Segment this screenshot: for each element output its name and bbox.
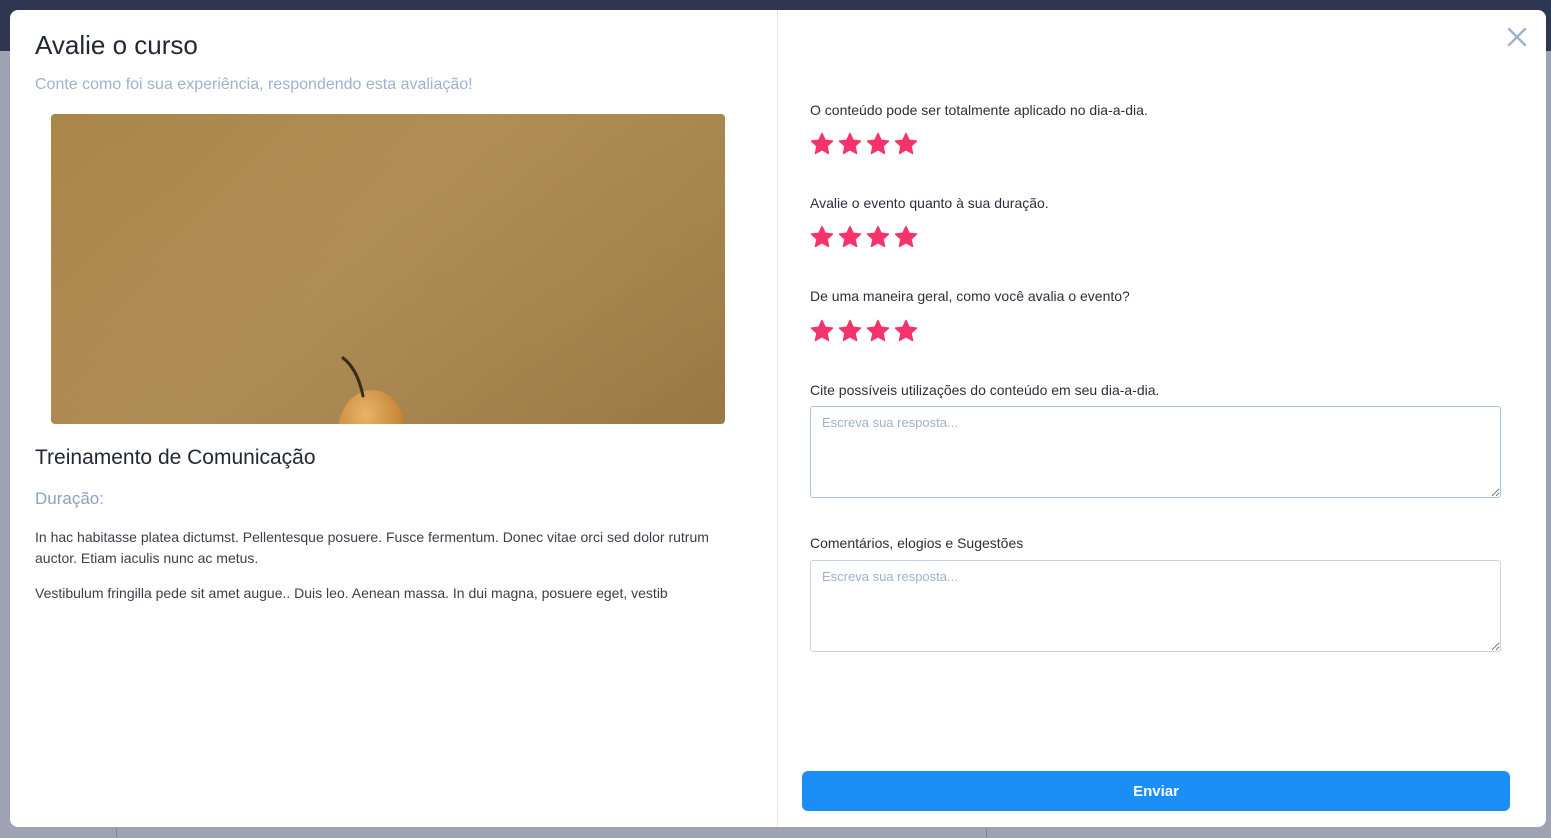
star-rating[interactable] — [810, 225, 918, 251]
star-icon[interactable] — [894, 319, 918, 343]
content-usage-answer-field[interactable] — [810, 406, 1501, 498]
star-icon[interactable] — [894, 225, 918, 249]
star-icon[interactable] — [838, 225, 862, 249]
star-rating[interactable] — [810, 319, 918, 345]
modal-title: Avalie o curso — [35, 30, 198, 60]
star-icon[interactable] — [810, 225, 834, 249]
course-description-paragraph: Vestibulum fringilla pede sit amet augue… — [35, 585, 668, 601]
star-rating[interactable] — [810, 132, 918, 158]
review-form-panel: O conteúdo pode ser totalmente aplicado … — [778, 10, 1546, 827]
star-icon[interactable] — [866, 319, 890, 343]
course-title: Treinamento de Comunicação — [35, 446, 316, 469]
comments-answer-field[interactable] — [810, 560, 1501, 652]
rating-question-label: Avalie o evento quanto à sua duração. — [810, 195, 1049, 211]
star-icon[interactable] — [866, 132, 890, 156]
star-icon[interactable] — [810, 132, 834, 156]
duration-label: Duração: — [35, 489, 104, 508]
background-card-edge — [116, 828, 987, 838]
course-info-panel: Avalie o curso Conte como foi sua experi… — [10, 10, 778, 827]
rating-question-label: O conteúdo pode ser totalmente aplicado … — [810, 102, 1148, 118]
star-icon[interactable] — [810, 319, 834, 343]
text-question-label: Cite possíveis utilizações do conteúdo e… — [810, 382, 1160, 398]
rating-question-label: De uma maneira geral, como você avalia o… — [810, 288, 1130, 304]
pear-photo-icon — [51, 114, 725, 424]
course-image — [51, 114, 725, 424]
close-button[interactable] — [1503, 23, 1531, 51]
modal-subtitle: Conte como foi sua experiência, responde… — [35, 76, 473, 93]
close-icon — [1507, 27, 1527, 47]
star-icon[interactable] — [894, 132, 918, 156]
star-icon[interactable] — [838, 319, 862, 343]
course-description-paragraph: In hac habitasse platea dictumst. Pellen… — [35, 529, 709, 566]
text-question-label: Comentários, elogios e Sugestões — [810, 535, 1024, 551]
submit-button[interactable]: Enviar — [802, 771, 1510, 811]
course-review-modal: Avalie o curso Conte como foi sua experi… — [10, 10, 1546, 827]
star-icon[interactable] — [866, 225, 890, 249]
star-icon[interactable] — [838, 132, 862, 156]
